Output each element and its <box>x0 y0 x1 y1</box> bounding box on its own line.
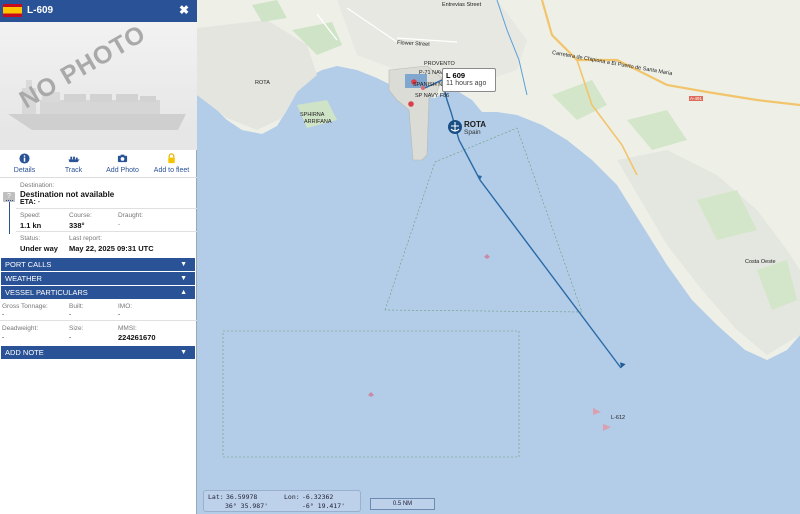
divider <box>0 320 197 321</box>
track-label: Track <box>64 167 83 174</box>
tooltip-time: 11 hours ago <box>446 80 487 87</box>
chevron-down-icon: ▼ <box>180 275 187 282</box>
vessel-marker[interactable] <box>368 392 374 397</box>
eta-row: ETA: - <box>20 199 40 206</box>
draught-value: - <box>118 221 121 228</box>
lat-label: Lat: <box>208 493 224 501</box>
deadweight-label: Deadweight: <box>2 325 39 332</box>
imo-label: IMO: <box>118 303 133 310</box>
add-note-label: ADD NOTE <box>5 348 44 357</box>
gross-tonnage-value: - <box>2 311 5 318</box>
lon-dms: -6° 19.417' <box>302 502 346 510</box>
mmsi-label: MMSI: <box>118 325 137 332</box>
details-button[interactable]: Details <box>0 153 49 174</box>
vessel-name: L-609 <box>27 5 54 16</box>
eta-value: - <box>37 199 41 206</box>
deadweight-value: - <box>2 334 5 341</box>
built-label: Built: <box>69 303 84 310</box>
weather-section[interactable]: WEATHER ▼ <box>1 272 195 285</box>
chevron-down-icon: ▼ <box>180 349 187 356</box>
vessel-particulars-content: Gross Tonnage: - Built: - IMO: - Deadwei… <box>0 299 197 345</box>
lon-label: Lon: <box>284 493 300 501</box>
vessel-label-sp-navy: SP NAVY F86 <box>415 93 450 99</box>
vessel-label-arrifana: ARRIFANA <box>304 119 332 125</box>
close-icon[interactable]: ✖ <box>179 3 189 17</box>
size-label: Size: <box>69 325 84 332</box>
chevron-up-icon: ▲ <box>180 289 187 296</box>
vessel-marker-l612[interactable] <box>593 408 601 415</box>
destination-value: Destination not available <box>20 190 115 199</box>
details-label: Details <box>13 167 36 174</box>
add-note-section[interactable]: ADD NOTE ▼ <box>1 346 195 359</box>
add-to-fleet-button[interactable]: Add to fleet <box>147 153 196 174</box>
street-label-entrevias: Entrevias Street <box>442 2 482 8</box>
imo-value: - <box>118 311 121 318</box>
tooltip-vessel-name: L 609 <box>446 71 466 80</box>
vessel-header: L-609 ✖ <box>0 0 197 22</box>
vessel-actions-bar: Details Track Add Photo Add to fleet <box>0 150 197 178</box>
destination-label: Destination: <box>20 182 55 189</box>
status-value: Under way <box>20 244 58 253</box>
last-report-value: May 22, 2025 09:31 UTC <box>69 244 154 253</box>
vessel-tooltip: L 609 11 hours ago <box>442 68 496 92</box>
vessel-label-l612: L-612 <box>611 415 626 421</box>
size-value: - <box>69 334 72 341</box>
vessel-label-sphirna: SPHIRNA <box>300 112 325 118</box>
draught-label: Draught: <box>118 212 143 219</box>
lock-icon <box>147 153 196 165</box>
track-button[interactable]: Track <box>49 153 98 174</box>
camera-icon <box>98 153 147 165</box>
vessel-particulars-label: VESSEL PARTICULARS <box>5 288 88 297</box>
vessel-marker[interactable] <box>603 424 611 431</box>
route-line <box>9 202 10 234</box>
road-badge-a491: A-491 <box>689 96 704 101</box>
spain-flag-icon <box>3 4 22 17</box>
port-name: ROTA <box>464 120 487 129</box>
town-label-rota: ROTA <box>255 80 270 86</box>
mmsi-value: 224261670 <box>118 333 156 342</box>
port-calls-label: PORT CALLS <box>5 260 52 269</box>
voyage-info: ? Destination: Destination not available… <box>0 178 197 257</box>
coordinates-readout: Lat: 36.59978 36° 35.987' Lon: -6.32362 … <box>203 490 361 512</box>
divider <box>16 208 197 209</box>
port-calls-section[interactable]: PORT CALLS ▼ <box>1 258 195 271</box>
built-value: - <box>69 311 72 318</box>
speed-label: Speed: <box>20 212 41 219</box>
vessel-panel: L-609 ✖ NO PHOTO Details Track Add Photo… <box>0 0 197 514</box>
vessel-photo-placeholder: NO PHOTO <box>0 22 197 150</box>
ship-icon <box>49 153 98 165</box>
place-label-costa-oeste: Costa Oeste <box>745 259 776 265</box>
weather-label: WEATHER <box>5 274 42 283</box>
map-scale: 0.5 NM <box>370 498 435 510</box>
map-view[interactable]: ROTA SPHIRNA ARRIFANA PROVENTO P-71 NAVY… <box>197 0 800 514</box>
gross-tonnage-label: Gross Tonnage: <box>2 303 48 310</box>
vessel-label-provento: PROVENTO <box>424 61 455 67</box>
course-label: Course: <box>69 212 92 219</box>
lat-dms: 36° 35.987' <box>225 502 269 510</box>
lon-decimal: -6.32362 <box>302 493 334 501</box>
add-photo-button[interactable]: Add Photo <box>98 153 147 174</box>
divider <box>16 231 197 232</box>
speed-value: 1.1 kn <box>20 221 42 230</box>
course-value: 338° <box>69 221 85 230</box>
lat-decimal: 36.59978 <box>226 493 258 501</box>
status-label: Status: <box>20 235 41 242</box>
vessel-particulars-section[interactable]: VESSEL PARTICULARS ▲ <box>1 286 195 299</box>
info-icon <box>0 153 49 165</box>
add-to-fleet-label: Add to fleet <box>153 167 190 174</box>
vessel-marker[interactable] <box>408 101 414 107</box>
vessel-marker[interactable] <box>484 254 490 259</box>
chevron-down-icon: ▼ <box>180 261 187 268</box>
eta-label: ETA: <box>20 199 36 206</box>
map-canvas[interactable] <box>197 0 800 514</box>
port-country: Spain <box>464 129 481 136</box>
last-report-label: Last report: <box>69 235 102 242</box>
add-photo-label: Add Photo <box>106 167 139 174</box>
